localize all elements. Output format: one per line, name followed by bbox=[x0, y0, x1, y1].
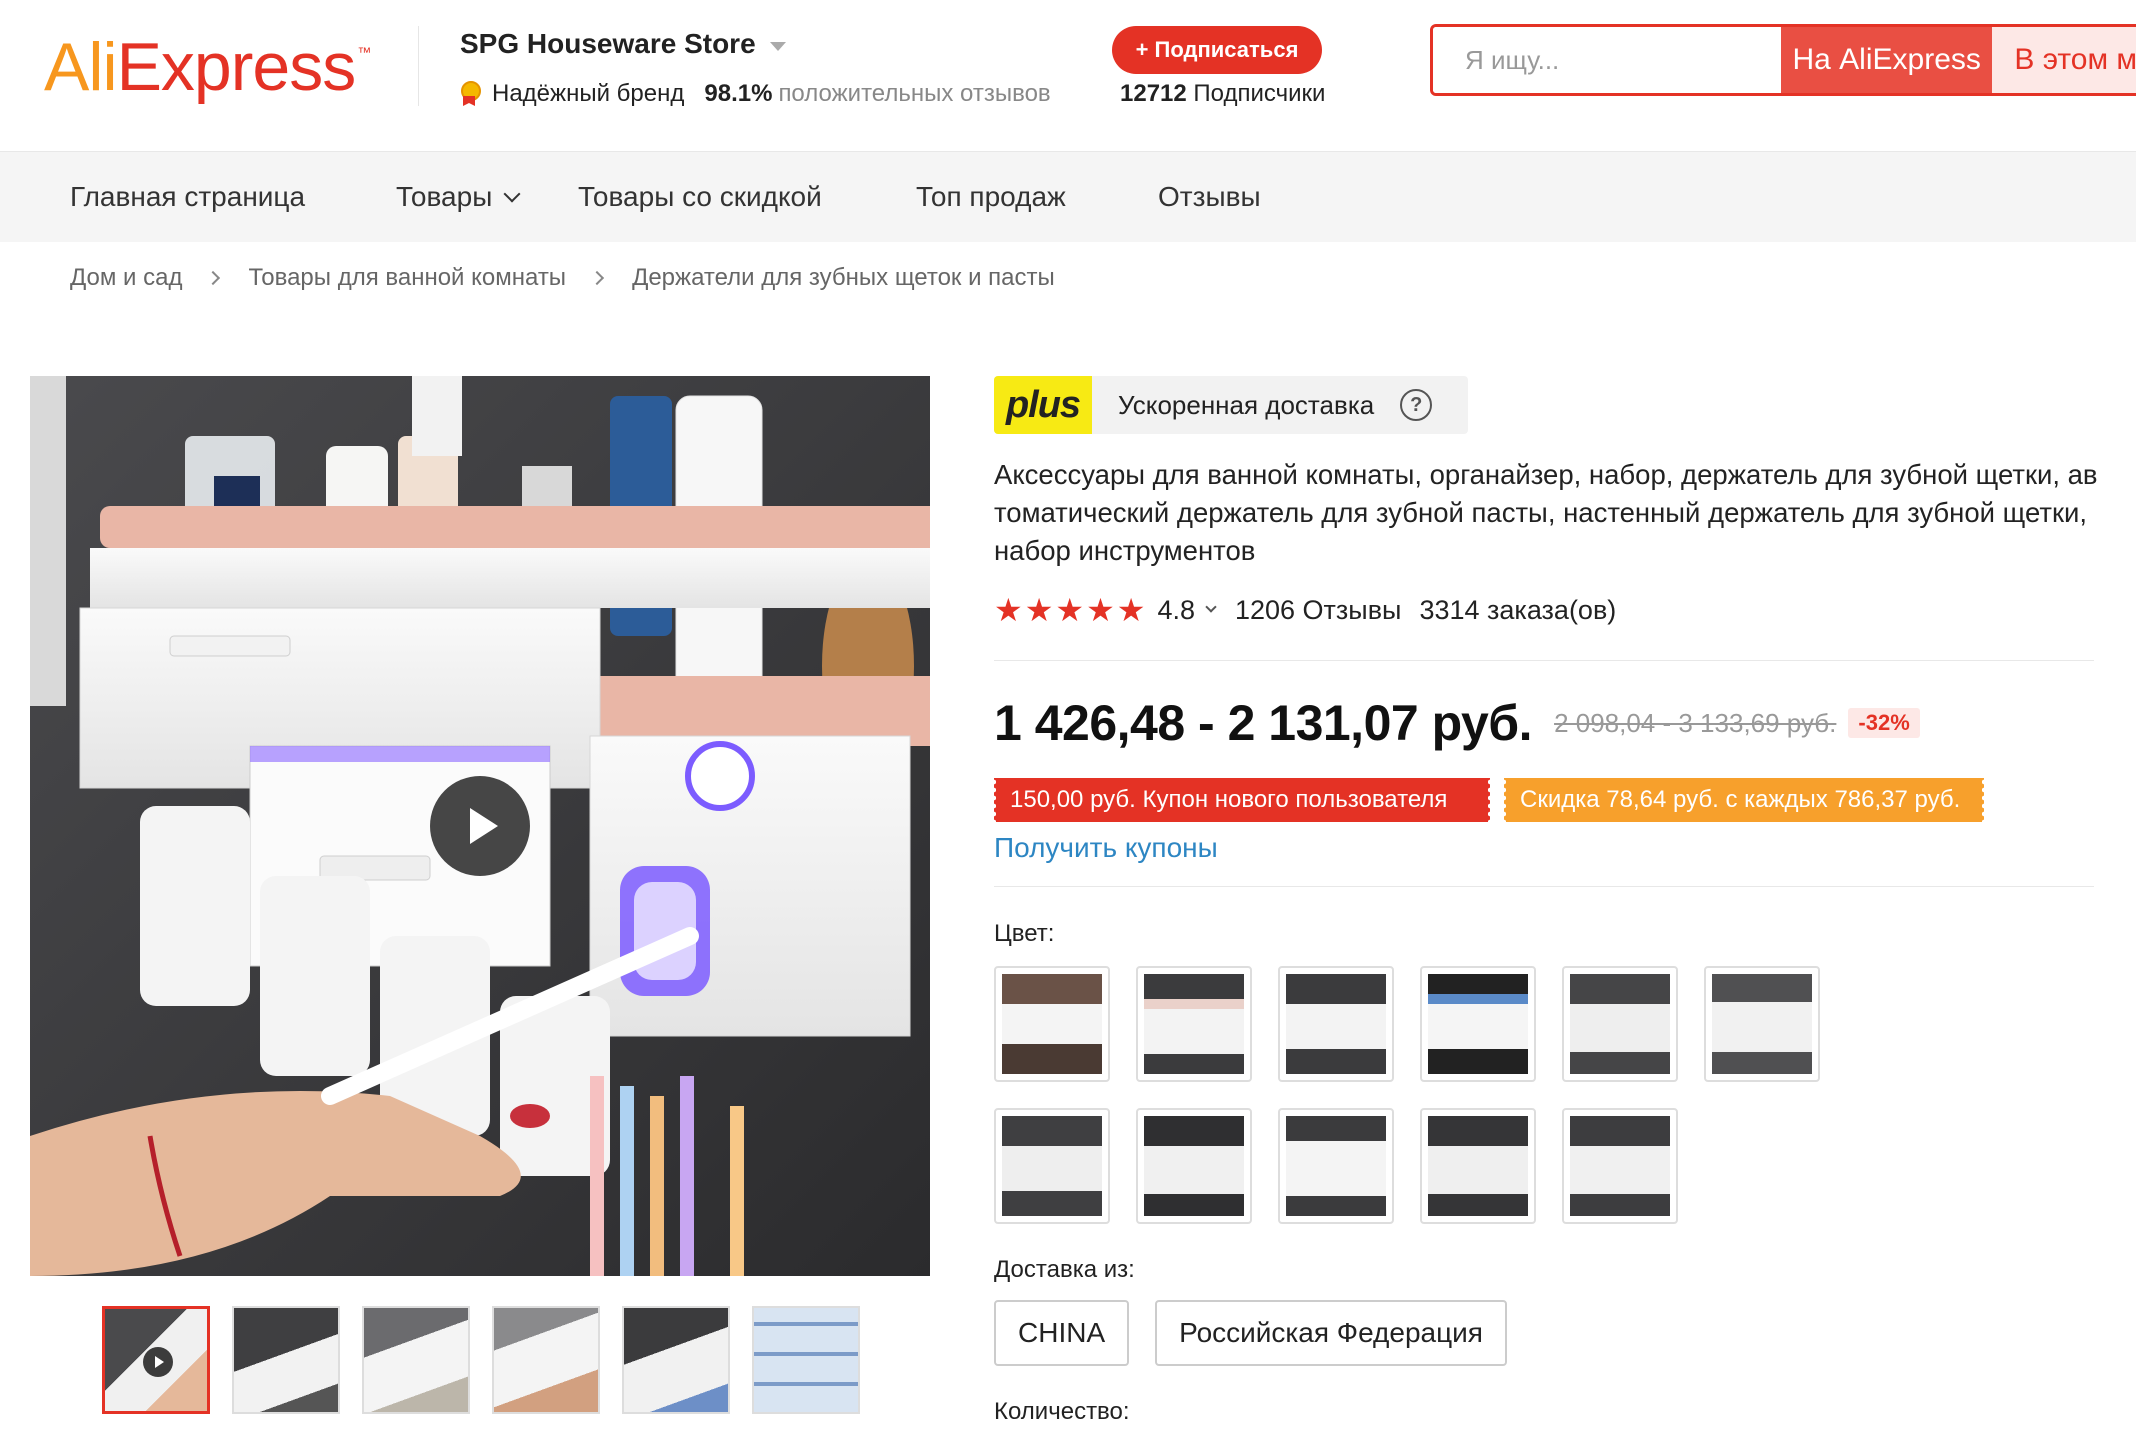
color-swatch-9[interactable] bbox=[1278, 1108, 1394, 1224]
star-icon: ★ bbox=[994, 592, 1023, 628]
logo-trademark: ™ bbox=[357, 44, 372, 60]
followers-label: Подписчики bbox=[1193, 80, 1326, 107]
thumbnail-4[interactable] bbox=[492, 1306, 600, 1414]
reviews-count[interactable]: 1206 Отзывы bbox=[1235, 595, 1401, 626]
divider bbox=[994, 886, 2094, 887]
color-swatch-1[interactable] bbox=[994, 966, 1110, 1082]
color-swatch-10[interactable] bbox=[1420, 1108, 1536, 1224]
thumbnail-2[interactable] bbox=[232, 1306, 340, 1414]
chevron-down-icon bbox=[503, 185, 521, 203]
orders-count: 3314 заказа(ов) bbox=[1419, 594, 1617, 625]
breadcrumb: Дом и сад Товары для ванной комнаты Держ… bbox=[70, 264, 1055, 292]
divider bbox=[994, 660, 2094, 661]
color-swatch-8[interactable] bbox=[1136, 1108, 1252, 1224]
logo-part-ali: Ali bbox=[44, 29, 118, 105]
trusted-brand-label: Надёжный бренд bbox=[492, 80, 685, 107]
caret-down-icon[interactable] bbox=[769, 41, 786, 51]
nav-reviews-label: Отзывы bbox=[1158, 181, 1261, 212]
plus-delivery-text: Ускоренная доставка bbox=[1118, 389, 1375, 420]
product-main-image[interactable] bbox=[30, 376, 930, 1276]
search-bar: На AliExpress В этом м bbox=[1430, 24, 2136, 96]
play-icon[interactable] bbox=[430, 776, 530, 876]
chevron-right-icon bbox=[589, 270, 605, 286]
ship-from-options: CHINA Российская Федерация bbox=[994, 1300, 1507, 1366]
new-user-coupon[interactable]: 150,00 руб. Купон нового пользователя bbox=[992, 778, 1492, 822]
breadcrumb-toothbrush-holders[interactable]: Держатели для зубных щеток и пасты bbox=[632, 264, 1055, 292]
play-icon bbox=[143, 1347, 173, 1377]
star-icon: ★ bbox=[1024, 592, 1054, 628]
star-icon: ★ bbox=[1086, 592, 1115, 628]
thumbnail-1[interactable] bbox=[102, 1306, 210, 1414]
color-swatch-6[interactable] bbox=[1704, 966, 1820, 1082]
ship-from-russia[interactable]: Российская Федерация bbox=[1155, 1300, 1507, 1366]
thumbnail-strip bbox=[102, 1306, 860, 1414]
thumbnail-3[interactable] bbox=[362, 1306, 470, 1414]
followers: 12712 Подписчики bbox=[1120, 80, 1325, 108]
nav-home[interactable]: Главная страница bbox=[70, 152, 305, 242]
thumbnail-6[interactable] bbox=[752, 1306, 860, 1414]
product-title: Аксессуары для ванной комнаты, органайзе… bbox=[994, 459, 2098, 566]
store-meta: Надёжный бренд 98.1% положительных отзыв… bbox=[458, 80, 1051, 108]
chevron-right-icon bbox=[206, 270, 221, 286]
aliexpress-logo[interactable]: AliExpress ™ bbox=[44, 22, 371, 112]
get-coupons-link[interactable]: Получить купоны bbox=[994, 832, 1218, 864]
ship-from-china[interactable]: CHINA bbox=[994, 1300, 1130, 1366]
rating-stars: ★ ★ ★ ★ ★ bbox=[994, 592, 1145, 628]
nav-top-selling[interactable]: Топ продаж bbox=[916, 152, 1066, 242]
store-name-text: SPG Houseware Store bbox=[460, 28, 756, 59]
ship-from-label: Доставка из: bbox=[994, 1256, 1135, 1283]
search-store-button[interactable]: В этом м bbox=[1992, 27, 2136, 93]
store-nav: Главная страница Товары Товары со скидко… bbox=[0, 152, 2136, 242]
color-swatch-11[interactable] bbox=[1562, 1108, 1678, 1224]
chevron-down-icon[interactable] bbox=[1205, 601, 1217, 613]
search-input[interactable] bbox=[1433, 27, 1781, 93]
color-swatch-4[interactable] bbox=[1420, 966, 1536, 1082]
nav-sale-label: Товары со скидкой bbox=[578, 181, 822, 212]
original-price: 2 098,04 - 3 133,69 руб. bbox=[1554, 707, 1837, 738]
medal-icon bbox=[458, 81, 481, 107]
nav-home-label: Главная страница bbox=[70, 181, 306, 212]
logo-part-express: Express bbox=[116, 29, 357, 105]
site-header: AliExpress ™ SPG Houseware Store Надёжны… bbox=[0, 0, 2136, 152]
color-swatch-3[interactable] bbox=[1278, 966, 1394, 1082]
current-price: 1 426,48 - 2 131,07 руб. bbox=[994, 695, 1533, 751]
nav-top-selling-label: Топ продаж bbox=[916, 181, 1066, 212]
nav-sale[interactable]: Товары со скидкой bbox=[578, 152, 822, 242]
subscribe-button[interactable]: + Подписаться bbox=[1112, 26, 1322, 74]
plus-badge: plus bbox=[994, 376, 1092, 434]
header-divider bbox=[418, 26, 419, 106]
coupon-row: 150,00 руб. Купон нового пользователя Ск… bbox=[992, 778, 1986, 822]
store-discount-coupon[interactable]: Скидка 78,64 руб. с каждых 786,37 руб. bbox=[1502, 778, 1986, 822]
star-icon: ★ bbox=[1055, 592, 1085, 628]
color-swatches bbox=[994, 966, 1954, 1224]
question-circle-icon[interactable]: ? bbox=[1400, 389, 1433, 421]
plus-delivery-banner[interactable]: plus Ускоренная доставка ? bbox=[994, 376, 1468, 434]
color-swatch-2[interactable] bbox=[1136, 966, 1252, 1082]
color-swatch-7[interactable] bbox=[994, 1108, 1110, 1224]
search-aliexpress-button[interactable]: На AliExpress bbox=[1781, 27, 1993, 93]
positive-feedback-label: положительных отзывов bbox=[778, 80, 1051, 107]
rating-score[interactable]: 4.8 bbox=[1157, 595, 1195, 626]
star-icon: ★ bbox=[1116, 592, 1146, 628]
price-row: 1 426,48 - 2 131,07 руб. 2 098,04 - 3 13… bbox=[994, 694, 1920, 752]
color-label: Цвет: bbox=[994, 920, 1055, 947]
nav-reviews[interactable]: Отзывы bbox=[1158, 152, 1261, 242]
followers-count: 12712 bbox=[1120, 80, 1187, 107]
nav-products[interactable]: Товары bbox=[396, 152, 521, 242]
store-name[interactable]: SPG Houseware Store bbox=[460, 28, 786, 60]
positive-feedback-percent: 98.1% bbox=[704, 80, 773, 107]
discount-badge: -32% bbox=[1848, 708, 1920, 738]
thumbnail-5[interactable] bbox=[622, 1306, 730, 1414]
rating-row: ★ ★ ★ ★ ★ 4.8 1206 Отзывы 3314 заказа(ов… bbox=[994, 592, 1616, 628]
quantity-label: Количество: bbox=[994, 1398, 1130, 1425]
breadcrumb-bathroom[interactable]: Товары для ванной комнаты bbox=[248, 264, 566, 292]
color-swatch-5[interactable] bbox=[1562, 966, 1678, 1082]
nav-products-label: Товары bbox=[396, 181, 493, 212]
breadcrumb-home-garden[interactable]: Дом и сад bbox=[70, 264, 182, 292]
